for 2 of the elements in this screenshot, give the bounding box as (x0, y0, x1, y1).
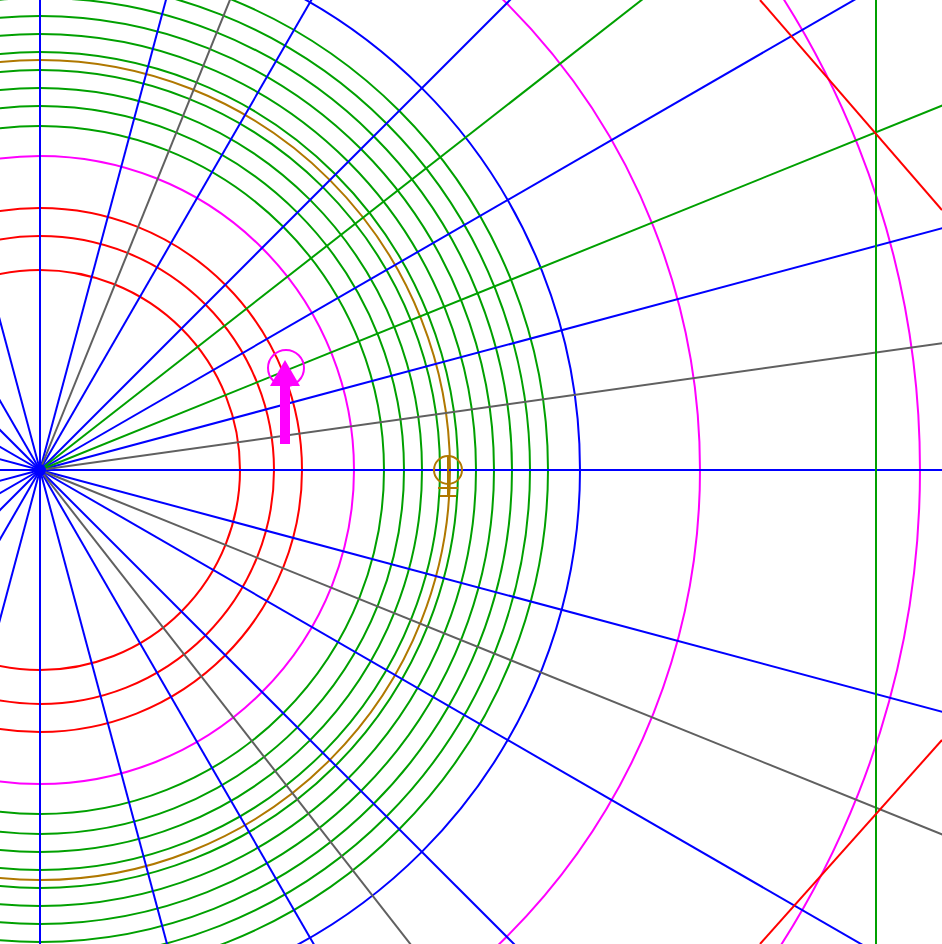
arrow-marker-icon (267, 349, 305, 444)
target-symbol-icon (433, 455, 463, 497)
